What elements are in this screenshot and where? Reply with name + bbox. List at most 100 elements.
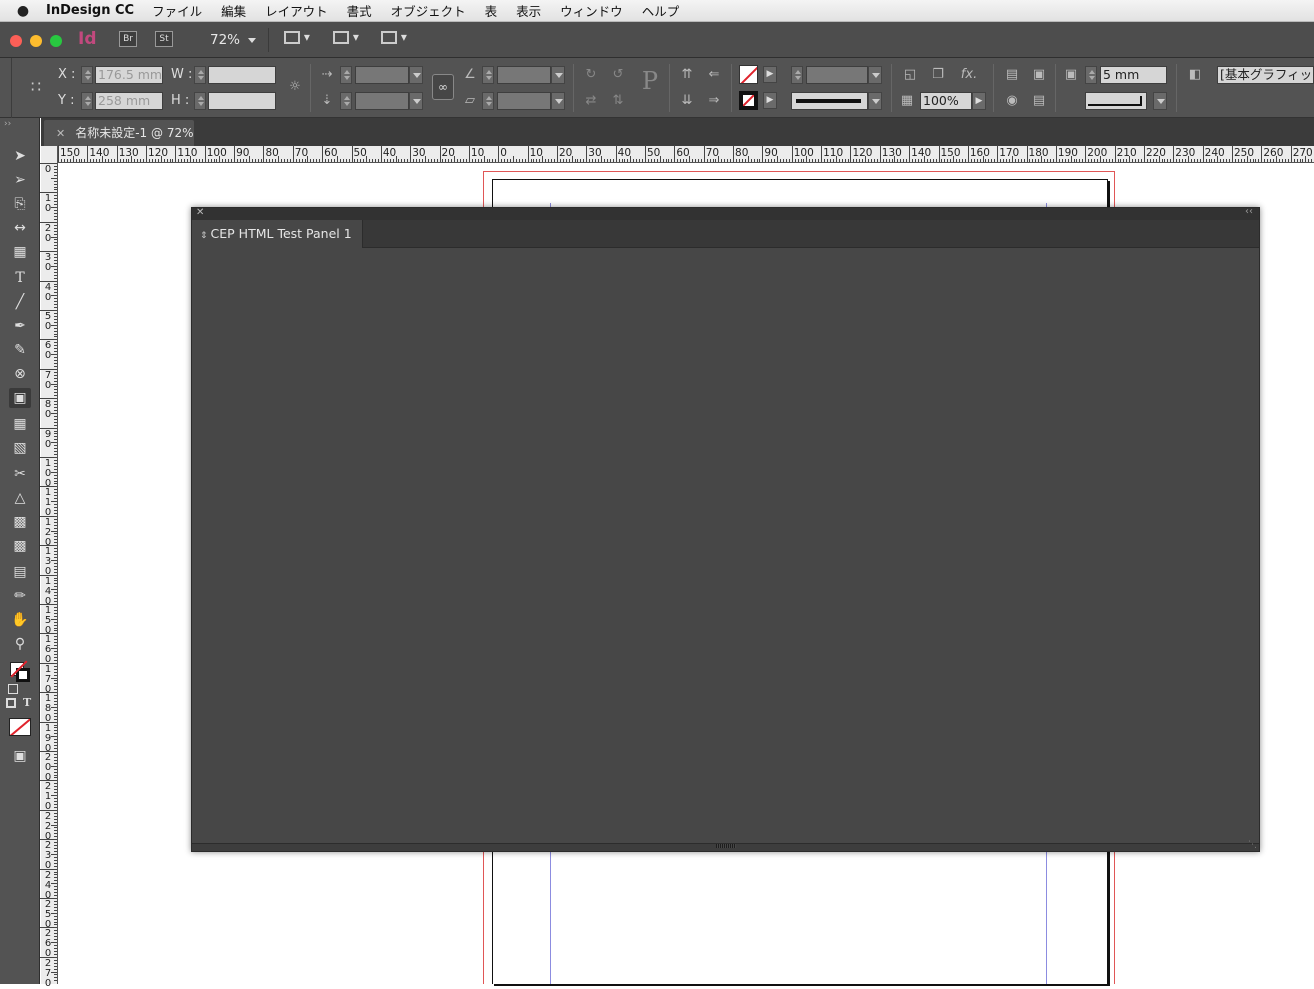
reference-point-icon[interactable]: ∷ <box>26 78 46 96</box>
menu-edit[interactable]: 編集 <box>221 1 246 20</box>
text-wrap-shape-icon[interactable]: ◉ <box>1002 92 1022 110</box>
arrange-documents-button[interactable]: ▾ <box>381 30 407 50</box>
rotate-cw-icon[interactable]: ↻ <box>581 66 601 84</box>
apple-menu-icon[interactable]: ● <box>0 3 46 19</box>
scale-y-stepper[interactable] <box>340 92 352 110</box>
stroke-type-field[interactable] <box>791 92 868 110</box>
stroke-menu-button[interactable]: ▶ <box>763 92 777 109</box>
scale-y-field[interactable] <box>355 92 409 110</box>
note-tool-icon[interactable]: ▤ <box>9 562 31 582</box>
fill-stroke-proxy[interactable] <box>10 660 30 682</box>
shear-stepper[interactable] <box>482 92 494 110</box>
zoom-window-button[interactable] <box>50 35 62 47</box>
fill-menu-button[interactable]: ▶ <box>763 66 777 83</box>
rectangle-tool-icon[interactable]: ▣ <box>9 388 31 408</box>
menu-type[interactable]: 書式 <box>347 1 372 20</box>
menu-view[interactable]: 表示 <box>516 1 541 20</box>
zoom-tool-icon[interactable]: ⚲ <box>9 634 31 654</box>
formatting-text-icon[interactable]: T <box>23 696 31 709</box>
line-tool-icon[interactable]: ╱ <box>9 292 31 312</box>
rotation-dropdown[interactable] <box>551 66 565 84</box>
drop-shadow-icon[interactable]: ❐ <box>928 66 948 84</box>
constrain-proportions-icon[interactable]: ☼ <box>285 78 305 96</box>
screen-mode-button[interactable]: ▾ <box>333 30 359 50</box>
vertical-ruler[interactable]: 0 10 20 30 40 50 60 70 80 90 100 110 120 130 140 150 160… <box>40 146 58 988</box>
select-next-icon[interactable]: ⇒ <box>704 92 724 110</box>
stroke-offset-stepper[interactable] <box>1085 66 1097 84</box>
h-stepper[interactable] <box>194 92 206 110</box>
document-tab[interactable]: ✕ 名称未設定-1 @ 72% <box>44 120 194 146</box>
frame-size-dropdown[interactable] <box>1153 92 1167 110</box>
rotate-ccw-icon[interactable]: ↺ <box>608 66 628 84</box>
panel-tab[interactable]: ⇕ CEP HTML Test Panel 1 <box>192 220 363 248</box>
screen-mode-tool-icon[interactable]: ▣ <box>9 746 31 766</box>
link-chain-icon[interactable]: ∞ <box>432 74 454 100</box>
bridge-button[interactable]: Br <box>119 31 137 47</box>
zoom-dropdown-icon[interactable] <box>248 38 256 43</box>
scale-x-dropdown[interactable] <box>409 66 423 84</box>
close-panel-icon[interactable]: ✕ <box>196 207 204 218</box>
zoom-level[interactable]: 72% <box>210 32 240 48</box>
shear-dropdown[interactable] <box>551 92 565 110</box>
stock-button[interactable]: St <box>155 31 173 47</box>
text-wrap-jump-icon[interactable]: ▤ <box>1029 92 1049 110</box>
hand-tool-icon[interactable]: ✋ <box>9 610 31 630</box>
ellipse-frame-tool-icon[interactable]: ⊗ <box>9 364 31 384</box>
text-wrap-bbox-icon[interactable]: ▣ <box>1029 66 1049 84</box>
panel-tab-toggle-icon[interactable]: ⇕ <box>200 231 208 241</box>
stroke-type-dropdown[interactable] <box>868 92 882 110</box>
menu-help[interactable]: ヘルプ <box>642 1 680 20</box>
vertical-grid-tool-icon[interactable]: ▧ <box>9 438 31 458</box>
menu-file[interactable]: ファイル <box>152 1 202 20</box>
view-options-button[interactable]: ▾ <box>284 30 310 50</box>
scale-x-stepper[interactable] <box>340 66 352 84</box>
default-fill-stroke-icon[interactable] <box>8 684 18 694</box>
stroke-weight-field[interactable] <box>806 66 868 84</box>
scale-y-dropdown[interactable] <box>409 92 423 110</box>
menu-object[interactable]: オブジェクト <box>391 1 466 20</box>
corner-options-icon[interactable]: ◱ <box>900 66 920 84</box>
menu-window[interactable]: ウィンドウ <box>560 1 623 20</box>
control-panel-grip[interactable] <box>0 58 12 118</box>
app-menu[interactable]: InDesign CC <box>46 3 134 18</box>
menu-layout[interactable]: レイアウト <box>265 1 328 20</box>
content-collector-icon[interactable]: ▦ <box>9 242 31 262</box>
direct-selection-tool-icon[interactable]: ➢ <box>9 170 31 190</box>
shear-field[interactable] <box>497 92 551 110</box>
effects-fx-icon[interactable]: fx. <box>959 66 979 84</box>
opacity-menu-button[interactable]: ▶ <box>972 92 986 110</box>
rotation-stepper[interactable] <box>482 66 494 84</box>
gap-tool-icon[interactable]: ↔ <box>9 218 31 238</box>
x-stepper[interactable] <box>81 66 93 84</box>
select-container-icon[interactable]: ⇈ <box>677 66 697 84</box>
minimize-window-button[interactable] <box>30 35 42 47</box>
stroke-swatch[interactable] <box>739 91 758 110</box>
gradient-swatch-tool-icon[interactable]: ▩ <box>9 512 31 532</box>
scale-x-field[interactable] <box>355 66 409 84</box>
close-window-button[interactable] <box>10 35 22 47</box>
eyedropper-tool-icon[interactable]: ✏ <box>9 586 31 606</box>
stroke-weight-stepper[interactable] <box>791 66 803 84</box>
flip-horizontal-icon[interactable]: ⇄ <box>581 92 601 110</box>
fill-swatch[interactable] <box>739 65 758 84</box>
flip-vertical-icon[interactable]: ⇅ <box>608 92 628 110</box>
horizontal-ruler[interactable]: 150 140 130 120 110 100 90 80 70 60 50 40 30 20 10 0 10 2… <box>58 145 1314 163</box>
pen-tool-icon[interactable]: ✒ <box>9 316 31 336</box>
rotation-field[interactable] <box>497 66 551 84</box>
frame-size-field[interactable] <box>1085 92 1147 110</box>
object-style-field[interactable]: [基本グラフィック <box>1217 66 1314 84</box>
y-stepper[interactable] <box>81 92 93 110</box>
close-tab-icon[interactable]: ✕ <box>56 127 65 140</box>
selection-tool-icon[interactable]: ➤ <box>9 146 31 166</box>
apply-none-icon[interactable] <box>9 718 31 736</box>
panel-resize-grip[interactable] <box>716 844 736 848</box>
pencil-tool-icon[interactable]: ✎ <box>9 340 31 360</box>
w-stepper[interactable] <box>194 66 206 84</box>
select-content-icon[interactable]: ⇊ <box>677 92 697 110</box>
x-field[interactable]: 176.5 mm <box>95 66 163 84</box>
formatting-container-icon[interactable] <box>6 698 16 708</box>
scissors-tool-icon[interactable]: ✂ <box>9 464 31 484</box>
text-wrap-none-icon[interactable]: ▤ <box>1002 66 1022 84</box>
page-tool-icon[interactable]: ⎘ <box>9 194 31 214</box>
menu-table[interactable]: 表 <box>485 1 498 20</box>
